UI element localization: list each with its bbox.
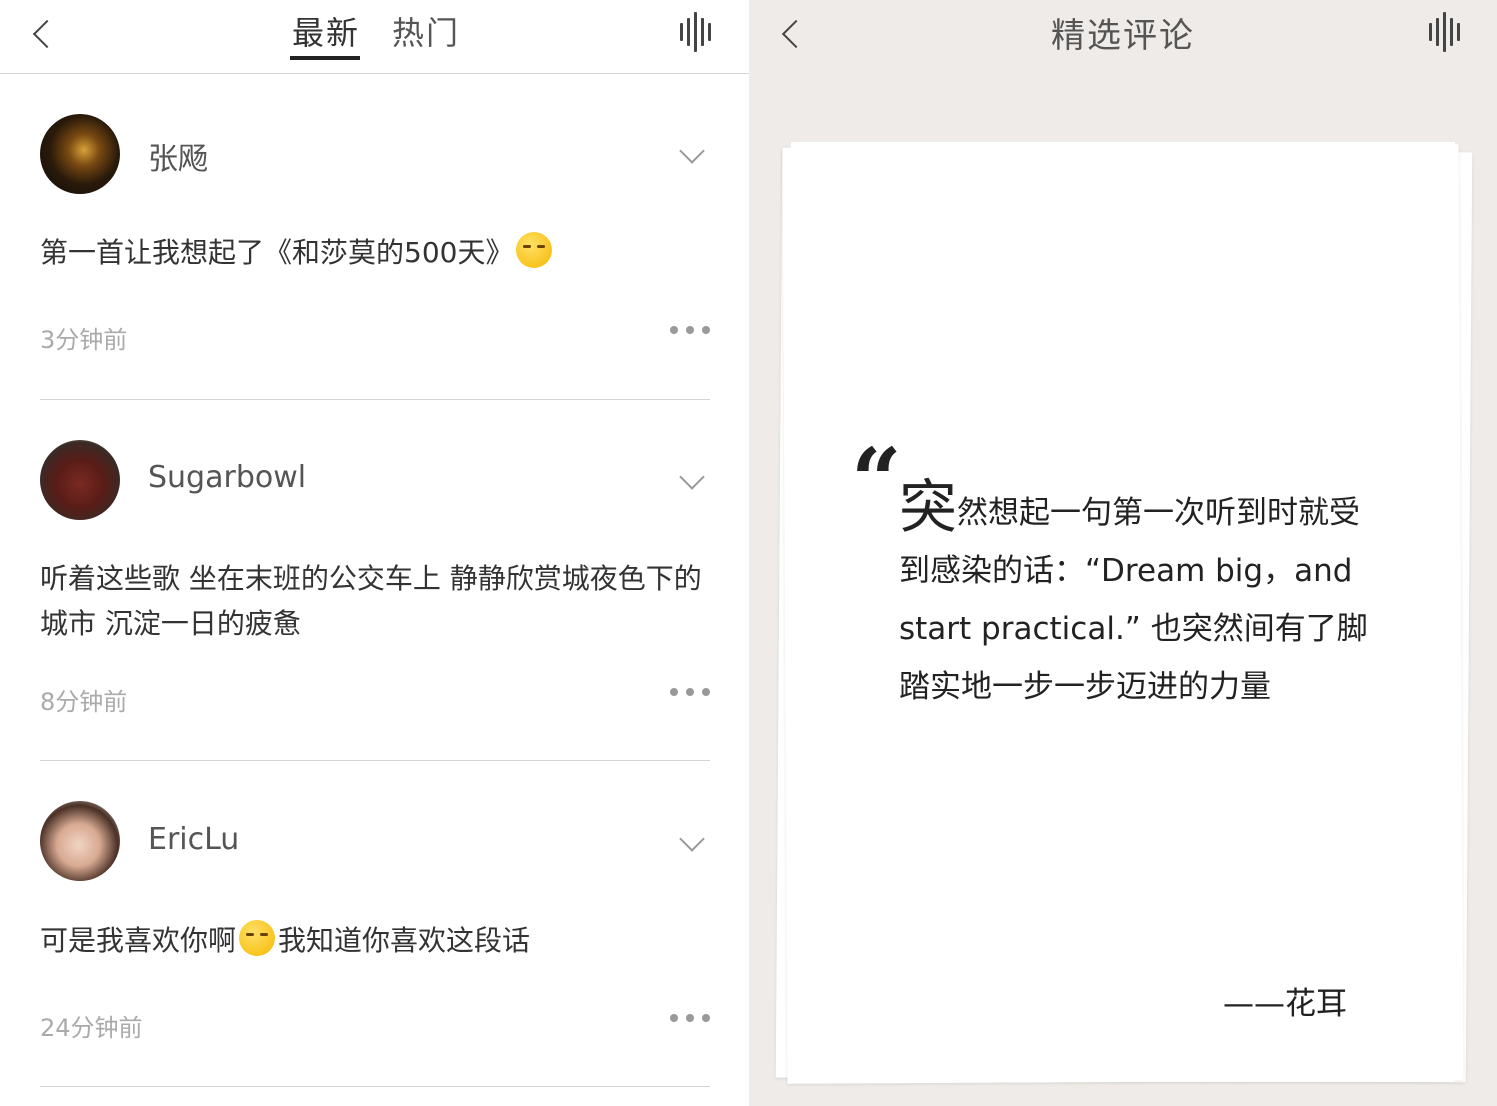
quote-author: ——花耳 [1223,986,1347,1022]
comment-text-body: 第一首让我想起了《和莎莫的500天》 [40,236,514,269]
back-arrow-icon[interactable] [28,12,56,56]
comments-panel: 最新 热门 张飏 第一首让我想起了《和莎莫的500天》 3分钟前 Sugarbo… [0,0,749,1106]
page-title: 精选评论 [1051,16,1195,56]
quote-text-body: 然想起一句第一次听到时就受到感染的话：“Dream big，and start … [899,495,1368,705]
username[interactable]: EricLu [148,822,239,857]
kissing-face-emoji-icon [516,232,553,268]
comment-text: 听着这些歌 坐在末班的公交车上 静静欣赏城夜色下的城市 沉淀一日的疲惫 [40,562,702,640]
chevron-down-icon[interactable] [676,468,706,498]
comment-text-body: 我知道你喜欢这段话 [278,924,531,957]
audio-wave-icon[interactable] [1429,12,1465,52]
username[interactable]: 张飏 [148,134,208,178]
quote-first-char: 突 [899,473,958,541]
featured-comment-panel: 精选评论 “ 突然想起一句第一次听到时就受到感染的话：“Dream big，an… [749,0,1497,1106]
tab-hot[interactable]: 热门 [392,8,460,54]
username[interactable]: Sugarbowl [148,460,306,495]
blowing-kiss-emoji-icon [239,920,276,956]
more-options-icon[interactable] [668,686,712,698]
active-tab-indicator [290,56,360,60]
comment-timestamp: 3分钟前 [40,326,128,354]
more-options-icon[interactable] [668,1012,712,1024]
tab-latest[interactable]: 最新 [292,8,360,54]
comment-timestamp: 24分钟前 [40,1014,143,1042]
comments-header: 最新 热门 [0,0,749,74]
comment-text: 可是我喜欢你啊 我知道你喜欢这段话 [40,918,710,963]
quote-mark-icon: “ [851,428,902,532]
divider [40,760,710,761]
avatar[interactable] [40,440,120,520]
more-options-icon[interactable] [668,324,712,336]
chevron-down-icon[interactable] [676,142,706,172]
comment-text: 第一首让我想起了《和莎莫的500天》 [40,230,710,275]
divider [40,399,710,400]
comment-timestamp: 8分钟前 [40,688,128,716]
avatar[interactable] [40,801,120,881]
audio-wave-icon[interactable] [680,12,716,52]
divider [40,1086,710,1087]
comment-text-body: 可是我喜欢你啊 [40,924,237,957]
quote-text: 突然想起一句第一次听到时就受到感染的话：“Dream big，and start… [899,478,1369,716]
avatar[interactable] [40,114,120,194]
chevron-down-icon[interactable] [676,830,706,860]
